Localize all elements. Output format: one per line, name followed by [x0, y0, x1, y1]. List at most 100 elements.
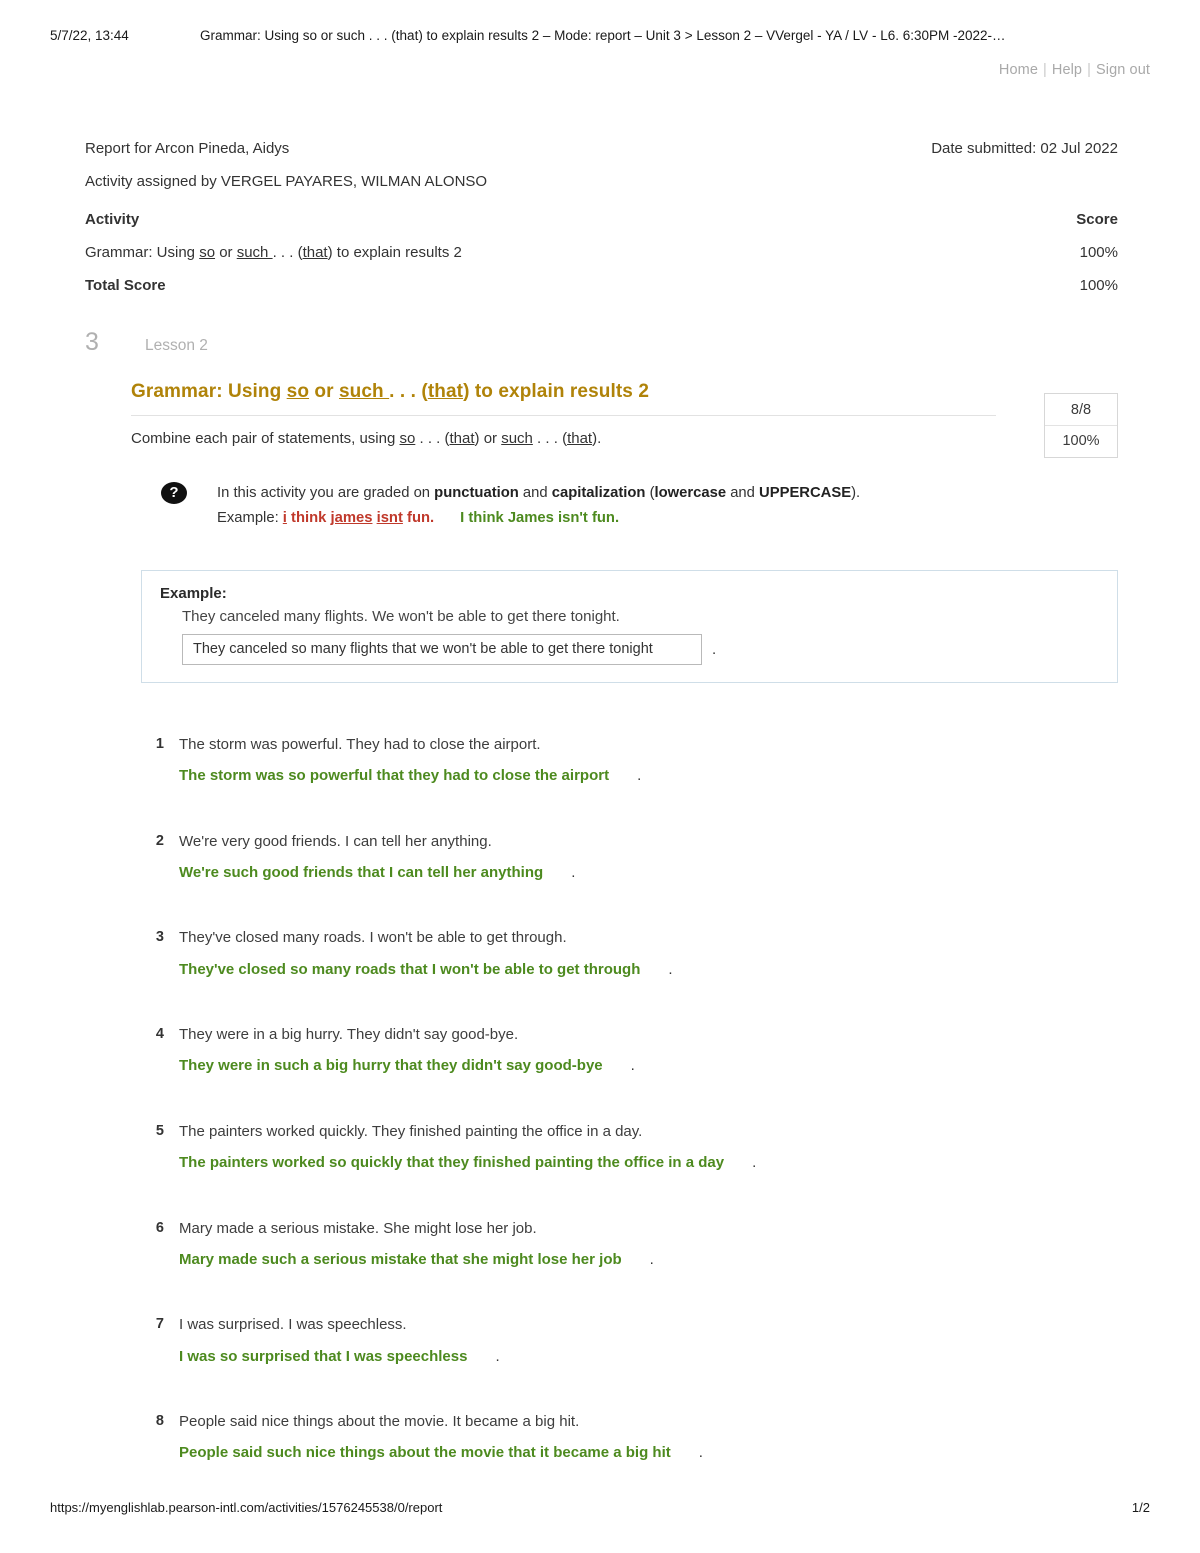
gn-bad-isnt: isnt: [376, 510, 403, 527]
question-answer-line: We're such good friends that I can tell …: [179, 862, 1118, 885]
activity-name-cell: Grammar: Using so or such . . . (that) t…: [85, 244, 998, 277]
question-body: The storm was powerful. They had to clos…: [179, 733, 1118, 788]
gn-good-example: I think James isn't fun.: [460, 510, 620, 527]
gn-bad-think: think: [286, 510, 331, 527]
report-content: Report for Arcon Pineda, Aidys Date subm…: [85, 140, 1118, 1465]
question-answer-line: They were in such a big hurry that they …: [179, 1055, 1118, 1078]
question-answer-line: The painters worked so quickly that they…: [179, 1152, 1118, 1175]
nav-help-link[interactable]: Help: [1052, 62, 1082, 78]
question-answer: People said such nice things about the m…: [179, 1444, 671, 1462]
print-document-title: Grammar: Using so or such . . . (that) t…: [200, 28, 1006, 43]
question-answer: The painters worked so quickly that they…: [179, 1154, 725, 1172]
column-header-score: Score: [1076, 211, 1118, 228]
grading-note-line-2: Example: i think james isnt fun. I think …: [217, 506, 860, 531]
question-prompt: The painters worked quickly. They finish…: [179, 1122, 643, 1140]
report-page: 5/7/22, 13:44 Grammar: Using so or such …: [0, 0, 1200, 1553]
nav-separator-1: |: [1043, 62, 1047, 78]
nav-separator-2: |: [1087, 62, 1091, 78]
score-fraction: 8/8: [1045, 394, 1117, 426]
question-number: 7: [155, 1316, 164, 1333]
question-answer-line: Mary made such a serious mistake that sh…: [179, 1249, 1118, 1272]
list-item: 8 People said nice things about the movi…: [141, 1410, 1118, 1465]
example-period: .: [712, 640, 717, 658]
activity-title-dots: . . . (: [389, 381, 428, 402]
table-row: Grammar: Using so or such . . . (that) t…: [85, 244, 1118, 277]
score-summary-table: Activity Score Grammar: Using so or such…: [85, 211, 1118, 294]
instruction-so: so: [399, 430, 416, 447]
question-body: The painters worked quickly. They finish…: [179, 1120, 1118, 1175]
print-header: 5/7/22, 13:44 Grammar: Using so or such …: [50, 28, 1150, 50]
list-item: 2 We're very good friends. I can tell he…: [141, 830, 1118, 885]
example-answer-input[interactable]: [182, 633, 702, 665]
question-body: People said nice things about the movie.…: [179, 1410, 1118, 1465]
question-period: .: [752, 1154, 757, 1172]
list-item: 1 The storm was powerful. They had to cl…: [141, 733, 1118, 788]
instruction-dots-2: . . . (: [532, 430, 568, 447]
activity-title-mid: or: [309, 381, 339, 402]
total-score-value: 100%: [1079, 277, 1118, 294]
example-prompt: They canceled many flights. We won't be …: [182, 607, 620, 625]
question-number: 1: [155, 735, 164, 752]
report-meta-row: Report for Arcon Pineda, Aidys Date subm…: [85, 140, 1118, 157]
question-mark-icon: ?: [161, 482, 187, 504]
list-item: 3 They've closed many roads. I won't be …: [141, 926, 1118, 981]
question-answer: They've closed so many roads that I won'…: [179, 960, 641, 978]
example-box: Example: They canceled many flights. We …: [141, 569, 1118, 683]
activity-title: Grammar: Using so or such . . . (that) t…: [131, 381, 996, 416]
list-item: 4 They were in a big hurry. They didn't …: [141, 1023, 1118, 1078]
question-body: They were in a big hurry. They didn't sa…: [179, 1023, 1118, 1078]
top-navigation: Home | Help | Sign out: [999, 62, 1150, 78]
report-for-label: Report for Arcon Pineda, Aidys: [85, 140, 290, 157]
question-body: They've closed many roads. I won't be ab…: [179, 926, 1118, 981]
question-answer-line: The storm was so powerful that they had …: [179, 765, 1118, 788]
question-period: .: [637, 767, 642, 785]
list-item: 6 Mary made a serious mistake. She might…: [141, 1217, 1118, 1272]
question-answer: I was so surprised that I was speechless: [179, 1347, 468, 1365]
question-number: 4: [155, 1026, 164, 1043]
instruction-suffix: ).: [592, 430, 602, 447]
nav-signout-link[interactable]: Sign out: [1096, 62, 1150, 78]
grading-note-text: In this activity you are graded on punct…: [217, 481, 860, 532]
question-body: I was surprised. I was speechless. I was…: [179, 1313, 1118, 1368]
activity-name-suffix: ) to explain results 2: [327, 244, 462, 261]
instruction-prefix: Combine each pair of statements, using: [131, 430, 400, 447]
question-prompt: We're very good friends. I can tell her …: [179, 832, 492, 850]
question-prompt: People said nice things about the movie.…: [179, 1413, 580, 1431]
gn-bad-example: i think james isnt fun.: [283, 510, 434, 526]
total-score-label: Total Score: [85, 277, 166, 294]
gn-line1-b: and: [518, 485, 552, 501]
activity-title-so: so: [286, 381, 310, 402]
footer-page-number: 1/2: [1131, 1500, 1150, 1515]
gn-example-label: Example:: [217, 510, 283, 527]
unit-number: 3: [85, 328, 99, 356]
list-item: 5 The painters worked quickly. They fini…: [141, 1120, 1118, 1175]
question-number: 6: [155, 1219, 164, 1236]
question-answer-line: I was so surprised that I was speechless…: [179, 1346, 1118, 1369]
table-header-row: Activity Score: [85, 211, 1118, 244]
question-body: Mary made a serious mistake. She might l…: [179, 1217, 1118, 1272]
total-score-row: Total Score 100%: [85, 277, 1118, 294]
activity-title-prefix: Grammar: Using: [131, 381, 287, 402]
question-period: .: [571, 863, 576, 881]
activity-score-cell: 100%: [1079, 244, 1118, 261]
question-answer: Mary made such a serious mistake that sh…: [179, 1250, 622, 1268]
instruction-such: such: [501, 430, 533, 447]
instruction-that-2: that: [567, 430, 593, 447]
question-number: 2: [155, 832, 164, 849]
activity-name-so: so: [199, 244, 216, 261]
example-label: Example:: [160, 584, 227, 602]
gn-line1-e: ).: [851, 485, 861, 501]
assigned-by-label: Activity assigned by VERGEL PAYARES, WIL…: [85, 173, 488, 190]
question-prompt: They've closed many roads. I won't be ab…: [179, 929, 567, 947]
grading-note-line-1: In this activity you are graded on punct…: [217, 481, 860, 506]
question-answer: We're such good friends that I can tell …: [179, 863, 544, 881]
question-prompt: Mary made a serious mistake. She might l…: [179, 1219, 537, 1237]
question-answer-line: People said such nice things about the m…: [179, 1442, 1118, 1465]
activity-name-mid: or: [215, 244, 237, 261]
questions-list: 1 The storm was powerful. They had to cl…: [131, 733, 1118, 1465]
gn-uppercase: UPPERCASE: [759, 485, 852, 501]
nav-home-link[interactable]: Home: [999, 62, 1038, 78]
print-timestamp: 5/7/22, 13:44: [50, 28, 129, 43]
footer-url: https://myenglishlab.pearson-intl.com/ac…: [50, 1500, 443, 1515]
question-prompt: The storm was powerful. They had to clos…: [179, 735, 541, 753]
